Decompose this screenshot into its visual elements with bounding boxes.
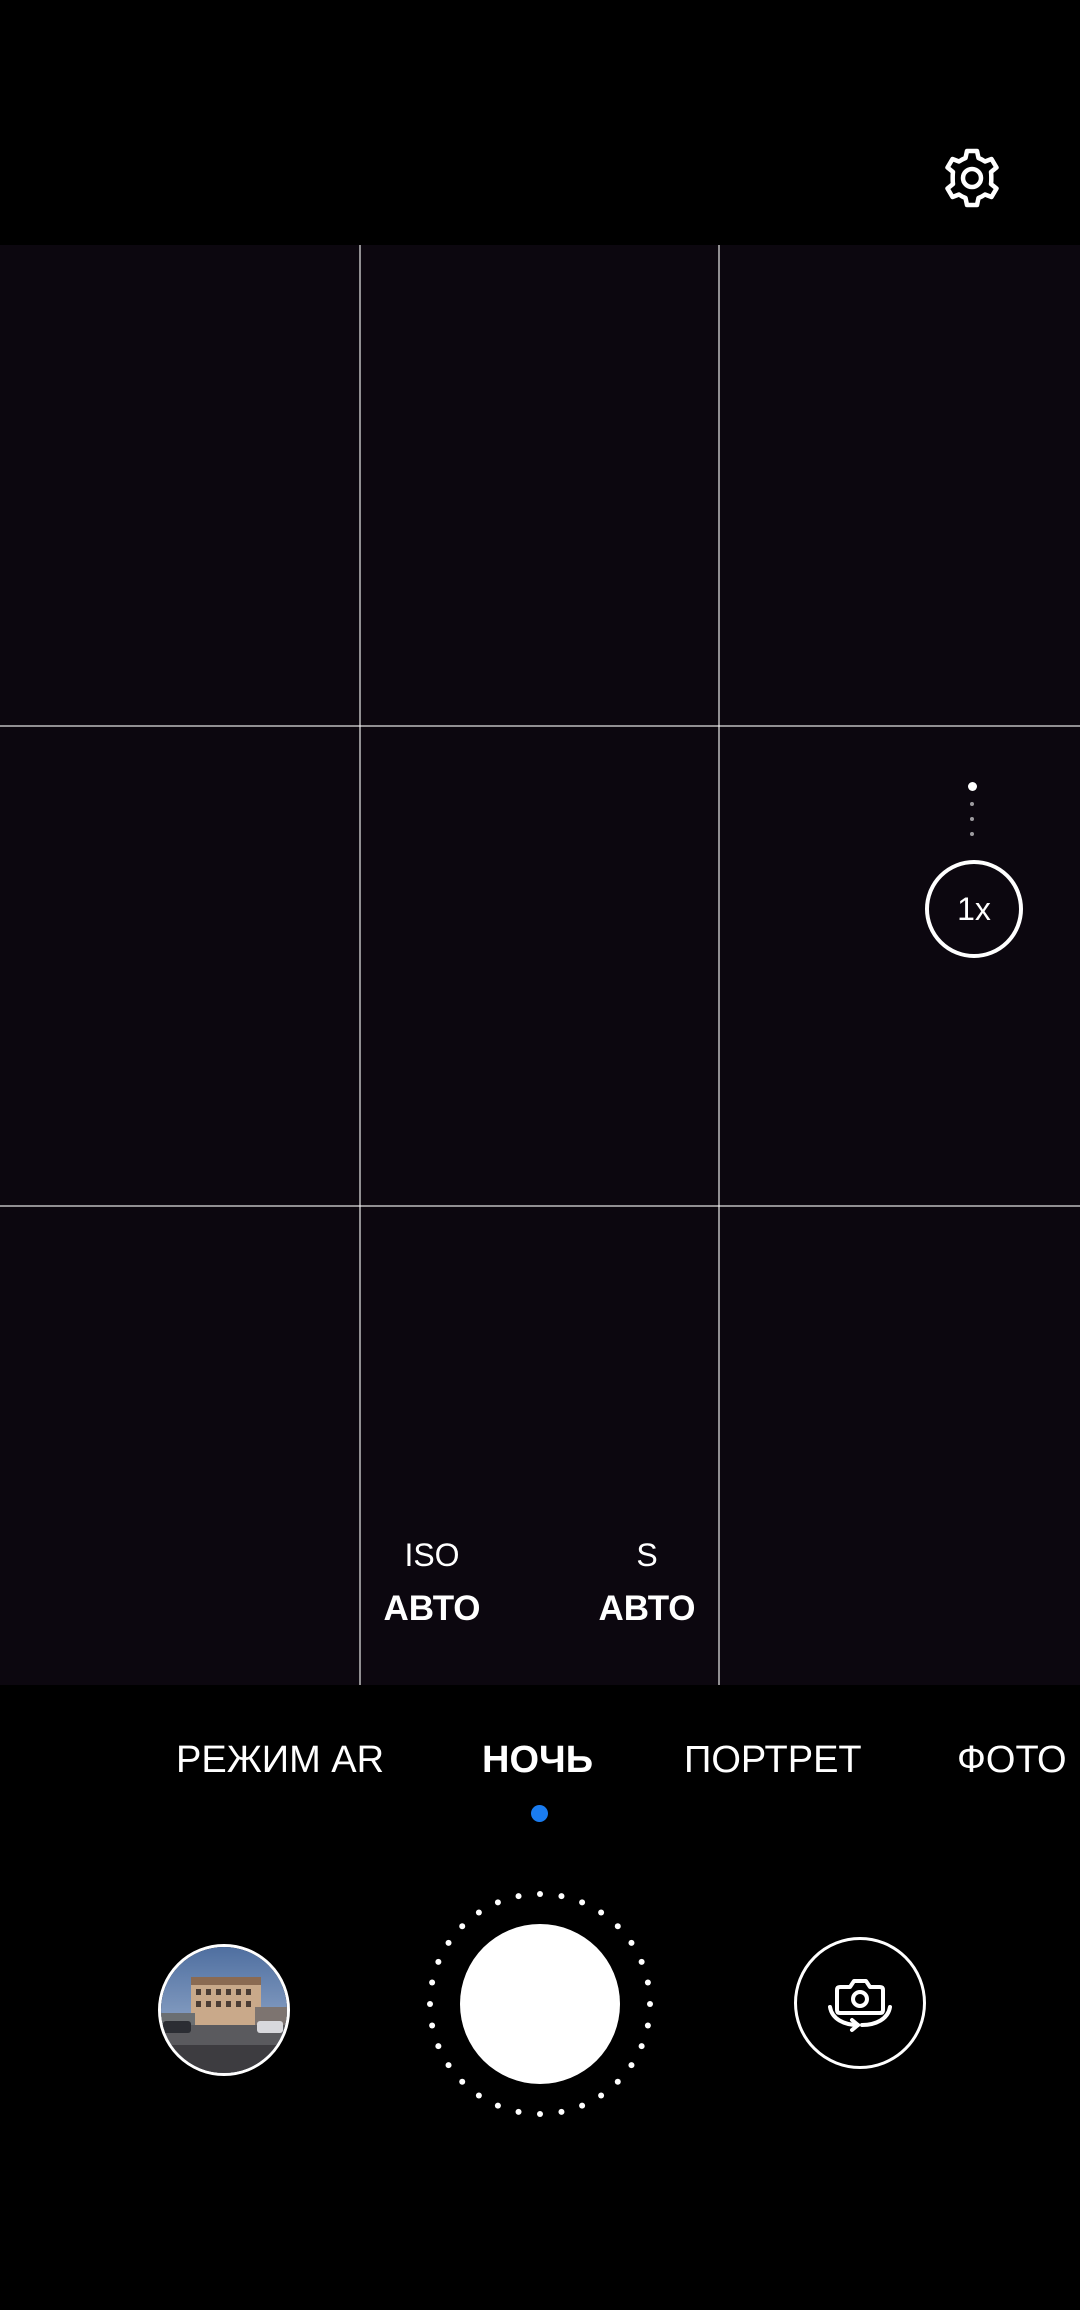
ring-dot (579, 2102, 586, 2109)
iso-value: АВТО (383, 1589, 481, 1628)
ring-dot (459, 2078, 466, 2085)
ring-dot (579, 1899, 586, 1906)
camera-switch-icon (828, 1979, 892, 2032)
camera-viewfinder[interactable]: 1x ISO АВТО S АВТО (0, 245, 1080, 1685)
gallery-thumbnail-button[interactable] (158, 1944, 290, 2076)
shutter-area[interactable] (424, 1888, 656, 2120)
ring-dot (628, 2062, 635, 2069)
ring-dot (459, 1923, 466, 1930)
gear-icon (945, 148, 999, 208)
ring-dot (475, 1909, 482, 1916)
ring-dot (598, 1909, 605, 1916)
ring-dot (537, 2111, 543, 2117)
ring-dot (427, 2001, 433, 2007)
ring-dot (494, 2102, 501, 2109)
zoom-label: 1x (957, 890, 991, 927)
ring-dot (445, 1939, 452, 1946)
mode-portrait[interactable]: ПОРТРЕТ (684, 1720, 862, 1800)
ring-dot (494, 1899, 501, 1906)
shutter-button[interactable] (460, 1924, 620, 2084)
shutter-speed-label: S (636, 1537, 658, 1573)
ring-dot (614, 2078, 621, 2085)
grid-line (0, 1205, 1080, 1207)
mode-night[interactable]: НОЧЬ (482, 1720, 593, 1800)
ring-dot (537, 1891, 543, 1897)
zoom-level-dot (970, 817, 974, 821)
zoom-level-dot (970, 832, 974, 836)
grid-line (359, 245, 361, 1685)
ring-dot (515, 1893, 522, 1900)
active-mode-indicator (531, 1805, 548, 1822)
iso-control[interactable]: ISO АВТО (352, 1535, 512, 1631)
ring-dot (435, 1958, 442, 1965)
switch-camera-button[interactable] (794, 1937, 926, 2069)
settings-button[interactable] (934, 140, 1010, 216)
ring-dot (628, 1939, 635, 1946)
ring-dot (558, 1893, 565, 1900)
ring-dot (475, 2092, 482, 2099)
ring-dot (638, 2043, 645, 2050)
mode-photo[interactable]: ФОТО (957, 1720, 1067, 1800)
mode-selector[interactable]: РЕЖИМ AR НОЧЬ ПОРТРЕТ ФОТО (0, 1720, 1080, 1800)
grid-line (0, 725, 1080, 727)
shutter-speed-value: АВТО (598, 1589, 696, 1628)
ring-dot (638, 1958, 645, 1965)
ring-dot (558, 2108, 565, 2115)
ring-dot (515, 2108, 522, 2115)
grid-line (718, 245, 720, 1685)
ring-dot (429, 1979, 436, 1986)
zoom-level-dot (970, 802, 974, 806)
ring-dot (435, 2043, 442, 2050)
top-bar (0, 0, 1080, 245)
gallery-thumbnail (161, 1947, 287, 2073)
ring-dot (614, 1923, 621, 1930)
ring-dot (445, 2062, 452, 2069)
ring-dot (598, 2092, 605, 2099)
zoom-button[interactable]: 1x (925, 860, 1023, 958)
iso-label: ISO (404, 1537, 460, 1573)
ring-dot (644, 2022, 651, 2029)
mode-ar[interactable]: РЕЖИМ AR (176, 1720, 384, 1800)
zoom-level-dot (968, 782, 977, 791)
ring-dot (644, 1979, 651, 1986)
ring-dot (429, 2022, 436, 2029)
shutter-speed-control[interactable]: S АВТО (567, 1535, 727, 1631)
ring-dot (647, 2001, 653, 2007)
